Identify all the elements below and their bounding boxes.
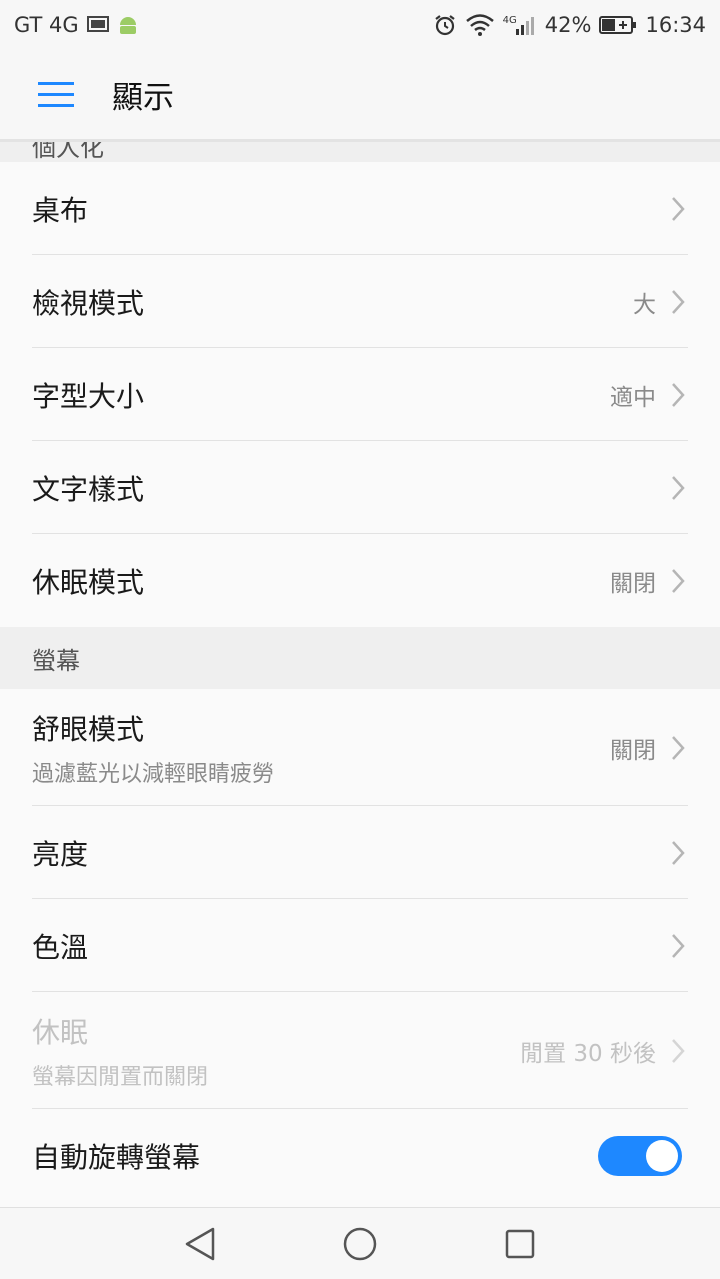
setting-wallpaper[interactable]: 桌布 [0, 162, 720, 255]
settings-list[interactable]: 個人化 桌布 檢視模式 大 字型大小 適中 文字樣式 休眠模式 關閉 螢幕 舒眼… [0, 142, 720, 1207]
row-title: 桌布 [32, 193, 89, 227]
status-bar: GT 4G 4G 42% 16:34 [0, 0, 720, 50]
row-subtitle: 螢幕因閒置而關閉 [32, 1064, 209, 1090]
row-title: 文字樣式 [32, 472, 145, 506]
alarm-icon [434, 15, 455, 36]
android-icon [119, 17, 136, 34]
home-circle-icon [343, 1227, 377, 1260]
wifi-icon [465, 14, 494, 36]
home-button[interactable] [330, 1214, 390, 1274]
row-value: 大 [633, 291, 656, 318]
row-title: 休眠模式 [32, 565, 145, 599]
setting-sleep: 休眠 螢幕因閒置而關閉 閒置 30 秒後 [0, 992, 720, 1109]
chevron-right-icon [672, 1038, 685, 1063]
chevron-right-icon [672, 735, 685, 760]
chevron-right-icon [672, 382, 685, 407]
toggle-knob [646, 1139, 678, 1172]
app-bar: 顯示 [0, 50, 720, 142]
signal-icon [515, 17, 534, 35]
battery-charging-icon [599, 16, 637, 34]
recents-square-icon [505, 1229, 535, 1258]
setting-brightness[interactable]: 亮度 [0, 806, 720, 899]
carrier-label: GT 4G [14, 13, 79, 37]
page-title: 顯示 [112, 80, 174, 116]
system-nav-bar [0, 1207, 720, 1279]
setting-text-style[interactable]: 文字樣式 [0, 441, 720, 534]
row-text: 休眠 螢幕因閒置而關閉 [32, 1011, 520, 1091]
row-title: 色溫 [32, 930, 89, 964]
section-header-label: 個人化 [32, 142, 104, 162]
setting-auto-rotate[interactable]: 自動旋轉螢幕 [0, 1109, 720, 1202]
row-text: 文字樣式 [32, 468, 668, 508]
menu-button[interactable] [0, 49, 112, 141]
row-title: 字型大小 [32, 379, 145, 413]
clock: 16:34 [645, 13, 706, 37]
recents-button[interactable] [490, 1214, 550, 1274]
row-text: 舒眼模式 過濾藍光以減輕眼睛疲勞 [32, 708, 610, 788]
chevron-right-icon [672, 568, 685, 593]
row-subtitle: 過濾藍光以減輕眼睛疲勞 [32, 761, 275, 787]
setting-color-temperature[interactable]: 色溫 [0, 899, 720, 992]
chevron-right-icon [672, 475, 685, 500]
chevron-right-icon [672, 289, 685, 314]
row-value: 閒置 30 秒後 [520, 1040, 656, 1067]
setting-font-size[interactable]: 字型大小 適中 [0, 348, 720, 441]
chevron-right-icon [672, 840, 685, 865]
row-text: 亮度 [32, 833, 668, 873]
section-header-screen: 螢幕 [0, 627, 720, 689]
row-text: 檢視模式 [32, 282, 633, 322]
row-text: 字型大小 [32, 375, 610, 415]
row-value: 適中 [610, 384, 656, 411]
setting-view-mode[interactable]: 檢視模式 大 [0, 255, 720, 348]
row-text: 桌布 [32, 189, 668, 229]
cast-icon [86, 16, 109, 32]
row-title: 自動旋轉螢幕 [32, 1140, 201, 1174]
row-value: 關閉 [610, 570, 656, 597]
row-title: 休眠 [32, 1015, 89, 1049]
row-title: 舒眼模式 [32, 712, 145, 746]
chevron-right-icon [672, 933, 685, 958]
row-title: 亮度 [32, 837, 89, 871]
section-header-label: 螢幕 [32, 646, 80, 675]
row-text: 休眠模式 [32, 561, 610, 601]
battery-percent: 42% [544, 13, 592, 37]
setting-eye-comfort[interactable]: 舒眼模式 過濾藍光以減輕眼睛疲勞 關閉 [0, 689, 720, 806]
back-triangle-icon [185, 1227, 215, 1260]
hamburger-menu-icon [38, 81, 74, 107]
chevron-right-icon [672, 196, 685, 221]
row-value: 關閉 [610, 737, 656, 764]
back-button[interactable] [170, 1214, 230, 1274]
row-title: 檢視模式 [32, 286, 145, 320]
status-right: 4G 42% 16:34 [433, 13, 706, 37]
status-left: GT 4G [14, 13, 139, 37]
row-text: 自動旋轉螢幕 [32, 1136, 598, 1176]
section-header-personalize: 個人化 [0, 142, 720, 162]
row-text: 色溫 [32, 926, 668, 966]
auto-rotate-toggle[interactable] [598, 1135, 682, 1176]
setting-daydream-mode[interactable]: 休眠模式 關閉 [0, 534, 720, 627]
